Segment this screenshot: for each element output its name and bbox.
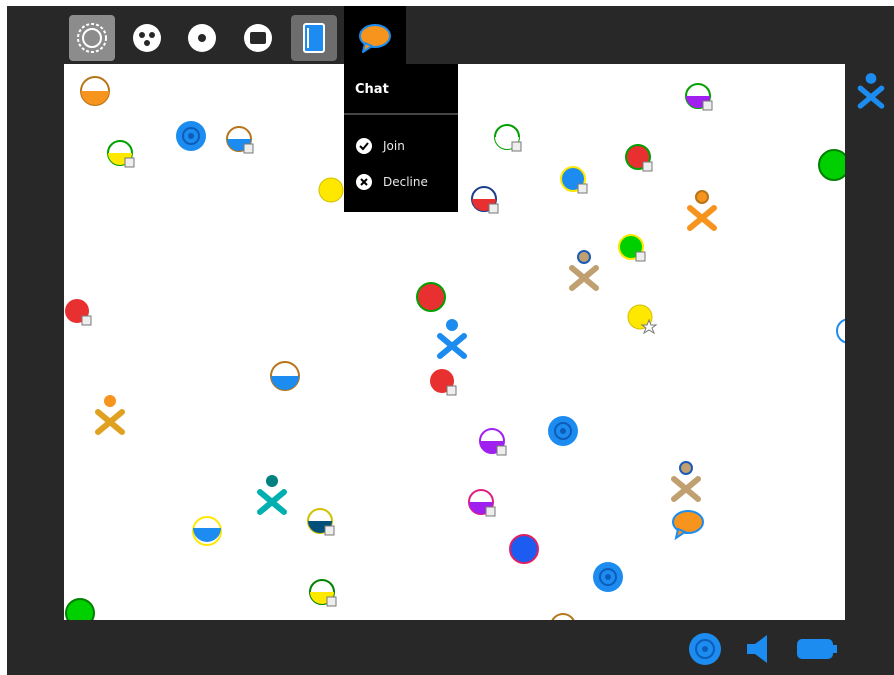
activity-red-grey-icon[interactable]: [427, 366, 461, 400]
decline-label: Decline: [383, 175, 428, 189]
group-view-button[interactable]: [124, 15, 170, 61]
activity-orange-icon[interactable]: [78, 74, 112, 108]
chat-icon: [359, 24, 391, 53]
activity-blue-yellow-icon[interactable]: [558, 164, 592, 198]
home-view-button[interactable]: [179, 15, 225, 61]
battery-icon[interactable]: [795, 636, 839, 662]
activity-purple-half-icon[interactable]: [683, 81, 717, 115]
bottom-frame-edge: [7, 620, 894, 675]
activity-green-half-icon[interactable]: [105, 138, 139, 172]
join-label: Join: [383, 139, 405, 153]
home-icon: [188, 24, 216, 52]
activity-blue-half-icon[interactable]: [224, 124, 258, 158]
activity-red-green-center-icon[interactable]: [414, 280, 448, 314]
chat-invite-palette: Chat Join Decline: [344, 64, 458, 212]
buddy-orange-left-icon[interactable]: [92, 392, 128, 436]
activity-blue-yellow-bowl-icon[interactable]: [190, 514, 224, 548]
activity-blue-target-icon[interactable]: [174, 119, 208, 153]
activity-view-button[interactable]: [235, 15, 281, 61]
activity-red-left-icon[interactable]: [64, 296, 96, 330]
check-icon: [356, 138, 372, 154]
network-icon[interactable]: [687, 631, 723, 667]
join-menu-item[interactable]: Join: [355, 137, 405, 155]
neighborhood-icon: [77, 23, 107, 53]
chat-invite-button[interactable]: [344, 6, 406, 70]
group-icon: [133, 24, 161, 52]
activity-red-white-icon[interactable]: [469, 184, 503, 218]
cancel-icon: [356, 174, 372, 190]
activity-blue-bowl-icon[interactable]: [268, 359, 302, 393]
palette-separator: [344, 113, 458, 115]
top-toolbar: [7, 6, 894, 70]
xo-buddy-icon[interactable]: [855, 70, 887, 110]
activity-brown-edge-icon[interactable]: [548, 609, 582, 620]
activity-yellow-green-icon[interactable]: [307, 577, 341, 611]
activity-green-edge-icon[interactable]: [817, 148, 845, 182]
activity-teal-grey-icon[interactable]: [305, 506, 339, 540]
activity-yellow-star-icon[interactable]: [625, 302, 659, 336]
buddy-tan-right-icon[interactable]: [668, 459, 704, 503]
decline-menu-item[interactable]: Decline: [355, 173, 428, 191]
journal-icon: [303, 23, 325, 53]
activity-green-bottom-icon[interactable]: [64, 596, 98, 620]
activity-icon: [244, 24, 272, 52]
activity-blue-edge-icon[interactable]: [834, 316, 845, 346]
activity-blue-red-icon[interactable]: [507, 532, 541, 566]
buddy-tan-icon[interactable]: [566, 248, 602, 292]
activity-blue-target-center-icon[interactable]: [546, 414, 580, 448]
buddy-blue-icon[interactable]: [434, 316, 470, 360]
activity-green-outline-icon[interactable]: [492, 122, 526, 156]
neighborhood-view-button[interactable]: [69, 15, 115, 61]
activity-purple-bowl-icon[interactable]: [477, 426, 511, 460]
palette-title: Chat: [355, 82, 389, 97]
buddy-teal-icon[interactable]: [254, 472, 290, 516]
journal-button[interactable]: [291, 15, 337, 61]
speaker-icon[interactable]: [743, 632, 777, 666]
activity-pink-bowl-icon[interactable]: [466, 487, 500, 521]
activity-blue-target-bottom-icon[interactable]: [591, 560, 625, 594]
buddy-orange-icon[interactable]: [684, 188, 720, 232]
right-frame-edge: [845, 64, 894, 620]
activity-green-yellow-icon[interactable]: [616, 232, 650, 266]
chat-activity-icon[interactable]: [668, 504, 708, 544]
activity-red-green-icon[interactable]: [623, 142, 657, 176]
